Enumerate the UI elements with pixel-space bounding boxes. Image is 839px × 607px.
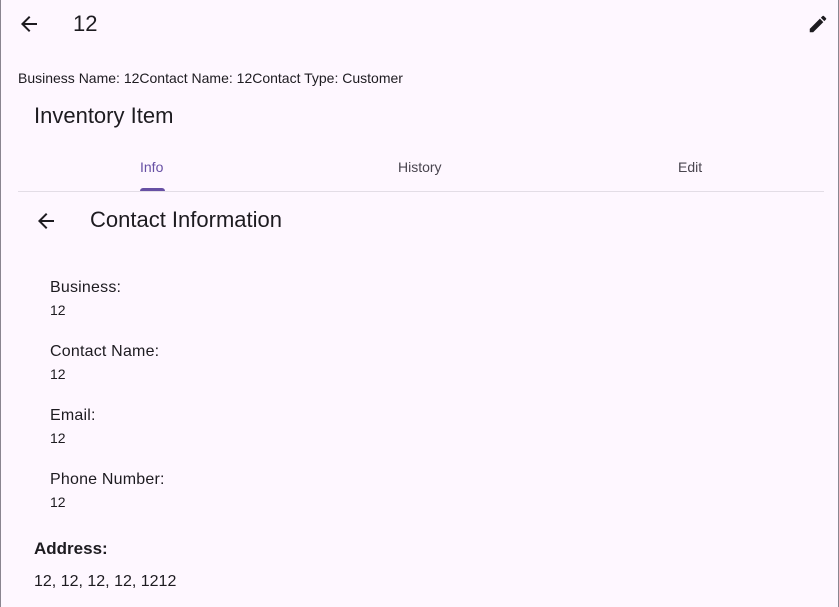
tab-bar: Info History Edit xyxy=(18,144,824,192)
arrow-back-icon[interactable] xyxy=(17,12,41,36)
section-title: Inventory Item xyxy=(34,103,174,128)
tab-edit[interactable]: Edit xyxy=(678,158,702,176)
field-value: 12 xyxy=(50,302,66,318)
tab-info[interactable]: Info xyxy=(140,158,163,176)
contact-information-title: Contact Information xyxy=(90,207,282,232)
contact-summary-text: Business Name: 12Contact Name: 12Contact… xyxy=(18,70,403,86)
field-business: Business: 12 xyxy=(50,277,350,320)
arrow-back-icon[interactable] xyxy=(34,209,58,233)
page-title: 12 xyxy=(73,11,98,36)
field-value: 12 xyxy=(50,366,66,382)
field-label: Email: xyxy=(50,407,96,424)
field-label: Business: xyxy=(50,279,122,296)
field-label: Contact Name: xyxy=(50,343,160,360)
field-email: Email: 12 xyxy=(50,405,350,448)
top-app-bar: 12 xyxy=(1,0,838,48)
field-phone-number: Phone Number: 12 xyxy=(50,469,350,512)
field-contact-name: Contact Name: 12 xyxy=(50,341,350,384)
field-value: 12 xyxy=(50,430,66,446)
tab-history[interactable]: History xyxy=(398,158,442,176)
pencil-edit-icon[interactable] xyxy=(807,13,829,35)
contact-header: Contact Information xyxy=(1,200,838,240)
address-value: 12, 12, 12, 12, 1212 xyxy=(34,573,177,590)
active-tab-indicator xyxy=(140,188,165,191)
app-window: 12 Business Name: 12Contact Name: 12Cont… xyxy=(0,0,839,607)
field-label: Phone Number: xyxy=(50,471,165,488)
field-value: 12 xyxy=(50,494,66,510)
address-label: Address: xyxy=(34,539,108,558)
